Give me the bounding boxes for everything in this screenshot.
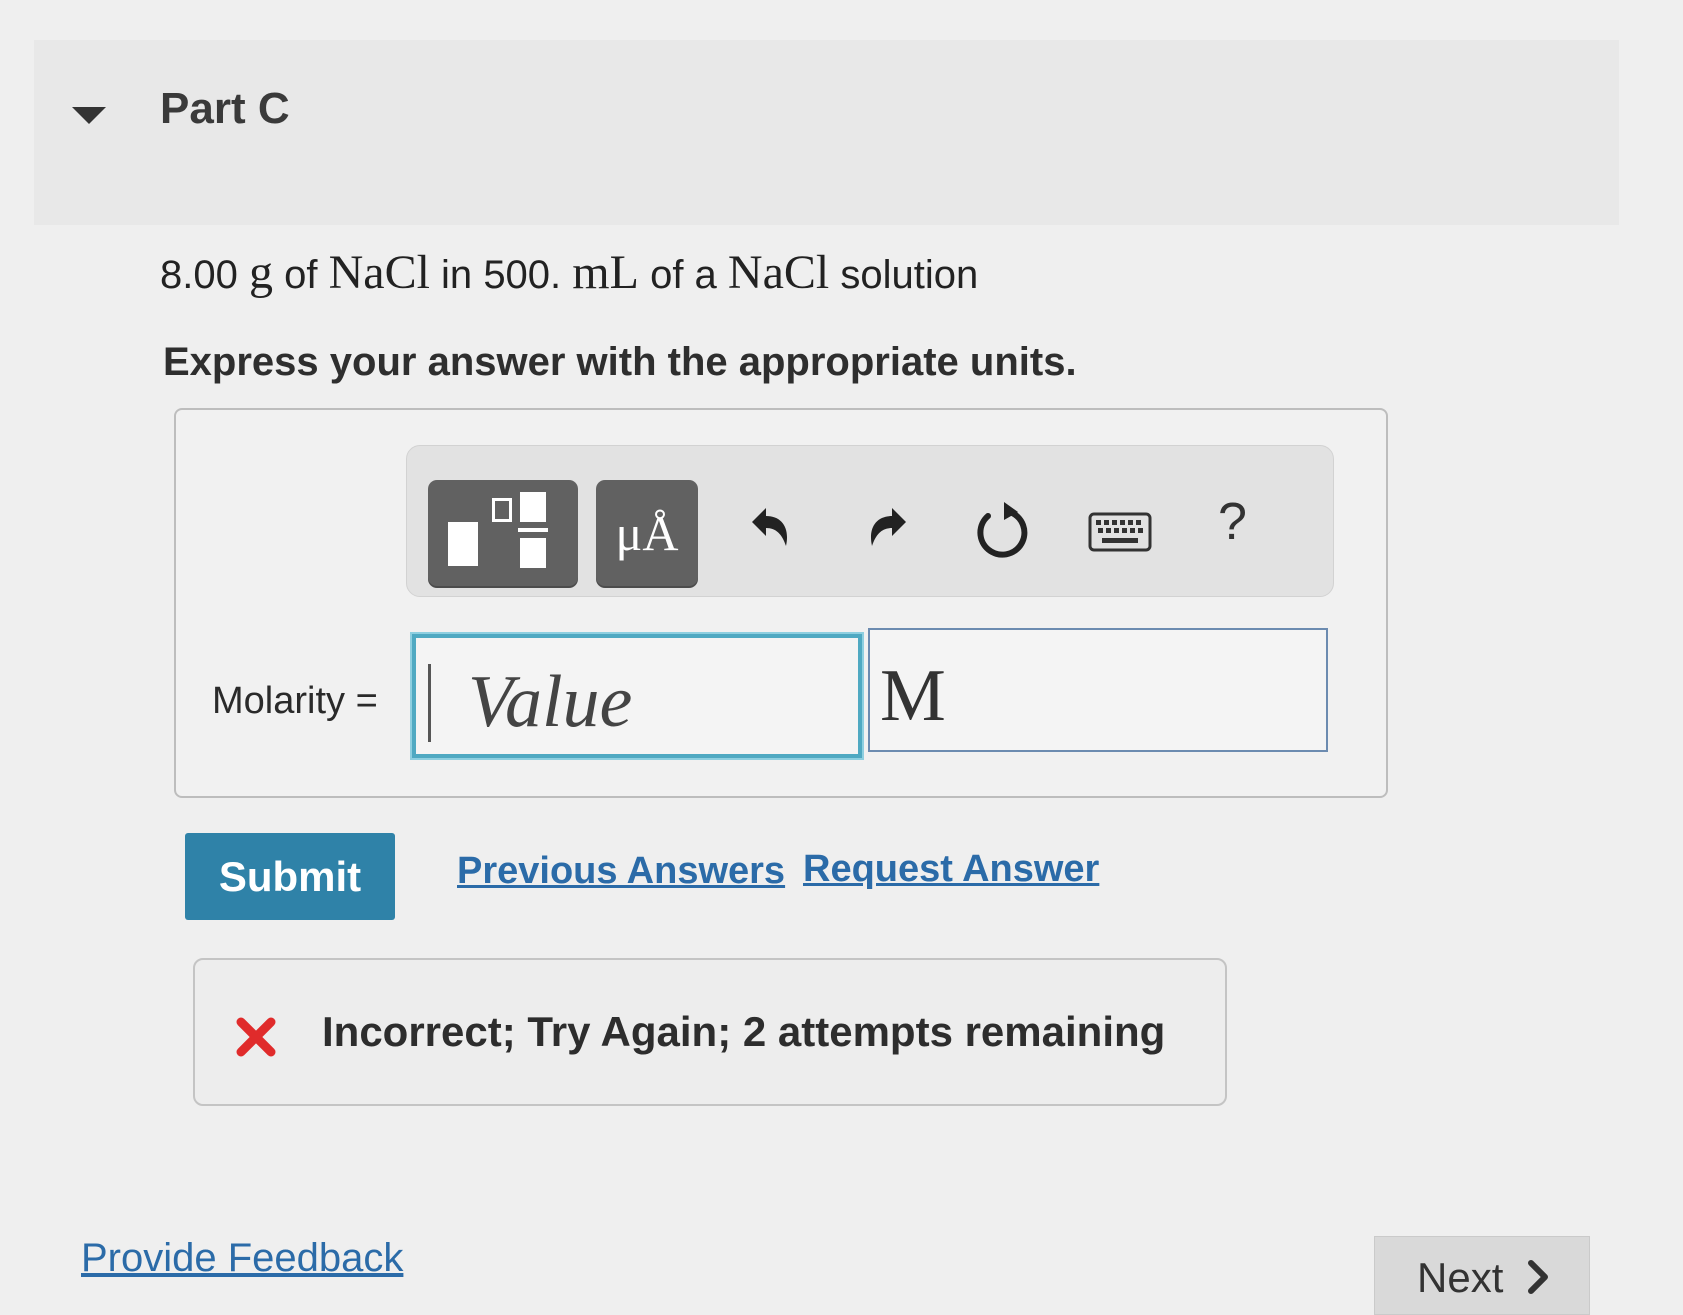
next-button[interactable]: Next [1374,1236,1590,1315]
feedback-message: Incorrect; Try Again; 2 attempts remaini… [322,1008,1166,1055]
units-button-label: μÅ [615,505,679,561]
next-button-label: Next [1417,1254,1504,1301]
problem-text-solution: solution [840,253,979,297]
text-cursor [428,664,431,742]
incorrect-x-icon [236,1017,276,1057]
collapse-caret-icon[interactable] [72,107,106,124]
problem-amount: 8.00 [160,253,238,297]
help-button[interactable]: ? [1218,492,1247,552]
units-value: M [880,655,946,737]
problem-solution-formula: NaCl [727,246,830,299]
undo-icon[interactable] [738,500,798,560]
molarity-label: Molarity = [212,680,378,722]
problem-solute: NaCl [328,246,430,299]
problem-volume: 500. [483,253,562,297]
chevron-right-icon [1528,1260,1548,1294]
problem-text-in: in [441,253,473,297]
keyboard-icon[interactable] [1088,512,1152,552]
value-placeholder: Value [468,661,633,743]
request-answer-link[interactable]: Request Answer [803,848,1099,891]
reset-icon[interactable] [970,498,1032,560]
problem-unit-ml: mL [572,246,639,299]
problem-unit-g: g [248,246,273,299]
problem-statement: 8.00 g of NaCl in 500. mL of a NaCl solu… [160,245,978,300]
problem-text-of-a: of a [650,253,717,297]
part-title: Part C [160,84,290,133]
previous-answers-link[interactable]: Previous Answers [457,850,785,893]
submit-button[interactable]: Submit [185,833,395,920]
templates-button[interactable] [428,480,578,586]
units-button[interactable]: μÅ [596,480,698,586]
problem-text-of: of [284,253,318,297]
instruction-text: Express your answer with the appropriate… [163,340,1077,384]
redo-icon[interactable] [860,500,920,560]
provide-feedback-link[interactable]: Provide Feedback [81,1236,403,1281]
